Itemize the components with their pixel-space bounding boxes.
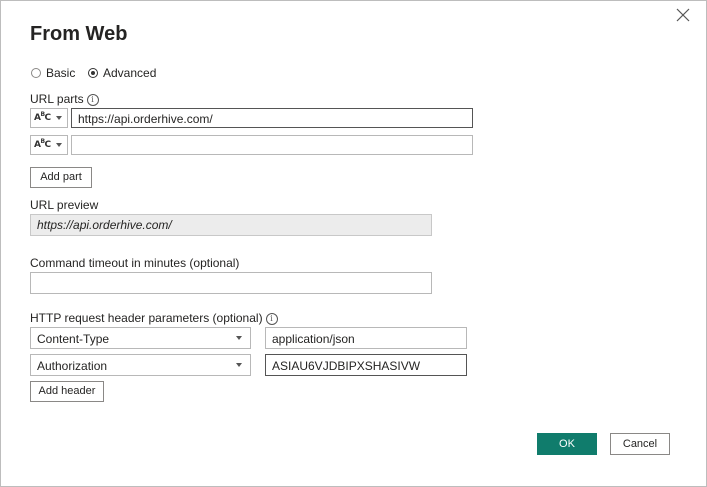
info-icon[interactable]: i: [265, 312, 278, 325]
text-type-icon: ABC: [34, 111, 51, 123]
chevron-down-icon: [56, 116, 62, 120]
close-icon[interactable]: [676, 8, 692, 24]
basic-radio-option[interactable]: Basic: [31, 66, 75, 80]
url-preview-value: https://api.orderhive.com/: [30, 214, 432, 236]
ok-button[interactable]: OK: [537, 433, 597, 455]
advanced-radio-label: Advanced: [103, 66, 157, 80]
header-1-name-select[interactable]: Content-Type: [30, 327, 251, 349]
url-preview-label: URL preview: [30, 198, 99, 212]
url-parts-label: URL parts: [30, 92, 84, 106]
http-headers-heading: HTTP request header parameters (optional…: [30, 311, 278, 325]
basic-radio-label: Basic: [46, 66, 76, 80]
basic-radio[interactable]: [31, 68, 41, 78]
chevron-down-icon: [236, 336, 242, 340]
header-2-value-input[interactable]: ASIAU6VJDBIPXSHASIVW: [265, 354, 467, 376]
text-type-icon: ABC: [34, 138, 51, 150]
advanced-radio-option[interactable]: Advanced: [88, 66, 156, 80]
url-part-2-input[interactable]: [71, 135, 473, 155]
add-part-button[interactable]: Add part: [30, 167, 92, 188]
chevron-down-icon: [56, 143, 62, 147]
timeout-input[interactable]: [30, 272, 432, 294]
header-1-value-input[interactable]: application/json: [265, 327, 467, 349]
header-1-name: Content-Type: [37, 332, 110, 346]
cancel-button[interactable]: Cancel: [610, 433, 670, 455]
advanced-radio[interactable]: [88, 68, 98, 78]
dialog-title: From Web: [30, 23, 128, 45]
url-part-2-type-dropdown[interactable]: ABC: [30, 135, 68, 155]
add-header-button[interactable]: Add header: [30, 381, 104, 402]
url-part-1-type-dropdown[interactable]: ABC: [30, 108, 68, 128]
from-web-dialog: From Web Basic Advanced URL parts i ABC h…: [0, 0, 707, 487]
chevron-down-icon: [236, 363, 242, 367]
header-2-name: Authorization: [37, 359, 108, 373]
header-2-name-select[interactable]: Authorization: [30, 354, 251, 376]
info-icon[interactable]: i: [86, 93, 99, 106]
http-headers-label: HTTP request header parameters (optional…: [30, 311, 263, 325]
url-parts-heading: URL parts i: [30, 92, 99, 106]
timeout-label: Command timeout in minutes (optional): [30, 256, 240, 270]
url-part-1-input[interactable]: https://api.orderhive.com/: [71, 108, 473, 128]
